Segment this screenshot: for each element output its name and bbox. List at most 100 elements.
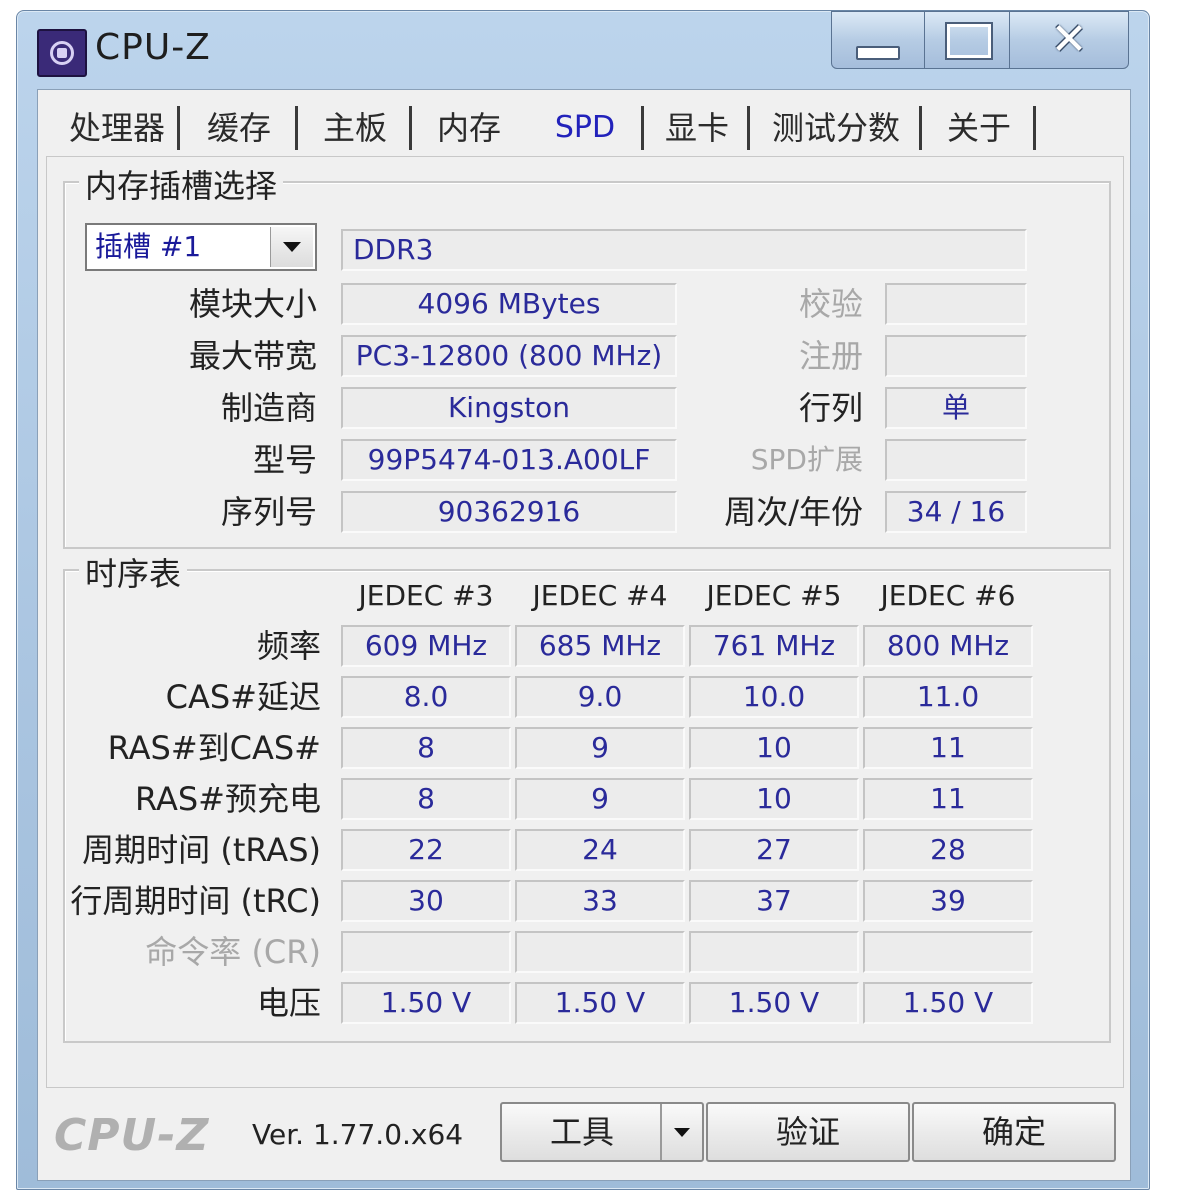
timing-row-label: CAS#延迟 xyxy=(165,678,321,716)
timing-row-label: 频率 xyxy=(256,627,321,665)
timing-cell: 9 xyxy=(515,778,685,820)
timing-cell: 27 xyxy=(689,829,859,871)
serial-number-label: 序列号 xyxy=(220,493,317,531)
cpuz-app-icon[interactable] xyxy=(37,29,87,77)
timing-row-label: RAS#到CAS# xyxy=(107,729,321,767)
timing-cell: 1.50 V xyxy=(863,982,1033,1024)
manufacturer-label: 制造商 xyxy=(220,389,317,427)
timing-cell: 10 xyxy=(689,727,859,769)
timings-group-title: 时序表 xyxy=(79,549,188,595)
timing-cell: 10 xyxy=(689,778,859,820)
manufacturer-value: Kingston xyxy=(341,387,677,429)
tab-graphics[interactable]: 显卡 xyxy=(644,98,750,158)
slot-dropdown-value: 插槽 #1 xyxy=(95,230,202,263)
module-size-label: 模块大小 xyxy=(188,285,317,323)
max-bandwidth-label: 最大带宽 xyxy=(188,337,317,375)
tools-button-label: 工具 xyxy=(549,1113,614,1151)
ecc-label: 校验 xyxy=(798,285,863,323)
max-bandwidth-value: PC3-12800 (800 MHz) xyxy=(341,335,677,377)
timing-cell: 11.0 xyxy=(863,676,1033,718)
serial-number-value: 90362916 xyxy=(341,491,677,533)
maximize-button[interactable] xyxy=(924,11,1010,69)
timing-cell: 9.0 xyxy=(515,676,685,718)
week-year-value: 34 / 16 xyxy=(885,491,1027,533)
registered-label: 注册 xyxy=(798,337,863,375)
ranks-label: 行列 xyxy=(798,389,863,427)
timing-row-label: 行周期时间 (tRC) xyxy=(70,882,321,920)
timing-cell: 37 xyxy=(689,880,859,922)
spd-panel: 内存插槽选择 插槽 #1 DDR3 模块大小 4096 MBytes 最大带宽 … xyxy=(46,156,1124,1088)
maximize-icon xyxy=(947,24,991,58)
tab-bench[interactable]: 测试分数 xyxy=(750,98,922,158)
timing-row-label: RAS#预充电 xyxy=(135,780,321,818)
timing-row-label: 电压 xyxy=(256,984,321,1022)
tab-mainboard[interactable]: 主板 xyxy=(298,98,412,158)
timing-cell: 30 xyxy=(341,880,511,922)
timing-cell: 1.50 V xyxy=(341,982,511,1024)
timing-cell: 22 xyxy=(341,829,511,871)
timing-cell: 9 xyxy=(515,727,685,769)
module-size-value: 4096 MBytes xyxy=(341,283,677,325)
cpuz-window: CPU-Z ✕ 处理器 缓存 主板 内存 SPD 显卡 测试分数 关于 内存插槽… xyxy=(16,10,1150,1190)
timing-cell: 761 MHz xyxy=(689,625,859,667)
timing-cell: 24 xyxy=(515,829,685,871)
timing-cell: 800 MHz xyxy=(863,625,1033,667)
spd-ext-value xyxy=(885,439,1027,481)
timing-cell xyxy=(689,931,859,973)
timing-cell: 28 xyxy=(863,829,1033,871)
timing-cell xyxy=(863,931,1033,973)
registered-value xyxy=(885,335,1027,377)
timing-cell: 11 xyxy=(863,778,1033,820)
timing-row-label: 命令率 (CR) xyxy=(145,933,321,971)
timing-cell: 1.50 V xyxy=(515,982,685,1024)
part-number-label: 型号 xyxy=(252,441,317,479)
version-label: Ver. 1.77.0.x64 xyxy=(252,1118,464,1151)
chevron-down-icon[interactable] xyxy=(270,227,313,267)
timing-cell: 1.50 V xyxy=(689,982,859,1024)
tab-spd[interactable]: SPD xyxy=(526,98,644,158)
chevron-down-icon[interactable] xyxy=(660,1104,702,1160)
timings-group: 时序表 JEDEC #3 JEDEC #4 JEDEC #5 JEDEC #6 … xyxy=(63,549,1111,1043)
timing-cell xyxy=(341,931,511,973)
week-year-label: 周次/年份 xyxy=(724,493,863,531)
col-header-jedec5: JEDEC #5 xyxy=(706,579,842,612)
slot-dropdown[interactable]: 插槽 #1 xyxy=(85,223,317,271)
timing-cell: 8 xyxy=(341,778,511,820)
window-title: CPU-Z xyxy=(95,27,211,68)
slot-group: 内存插槽选择 插槽 #1 DDR3 模块大小 4096 MBytes 最大带宽 … xyxy=(63,161,1111,549)
tools-button[interactable]: 工具 xyxy=(500,1102,704,1162)
spd-ext-label: SPD扩展 xyxy=(750,443,863,476)
timing-cell: 33 xyxy=(515,880,685,922)
timing-cell: 39 xyxy=(863,880,1033,922)
part-number-value: 99P5474-013.A00LF xyxy=(341,439,677,481)
timing-cell: 8 xyxy=(341,727,511,769)
client-area: 处理器 缓存 主板 内存 SPD 显卡 测试分数 关于 内存插槽选择 插槽 #1… xyxy=(37,89,1131,1181)
timing-cell: 609 MHz xyxy=(341,625,511,667)
timing-cell: 10.0 xyxy=(689,676,859,718)
ok-button[interactable]: 确定 xyxy=(912,1102,1116,1162)
validate-button[interactable]: 验证 xyxy=(706,1102,910,1162)
col-header-jedec6: JEDEC #6 xyxy=(880,579,1016,612)
tab-caches[interactable]: 缓存 xyxy=(180,98,298,158)
timing-cell: 11 xyxy=(863,727,1033,769)
slot-group-title: 内存插槽选择 xyxy=(79,161,284,207)
col-header-jedec4: JEDEC #4 xyxy=(532,579,668,612)
tab-memory[interactable]: 内存 xyxy=(412,98,526,158)
close-button[interactable]: ✕ xyxy=(1009,11,1129,69)
ranks-value: 单 xyxy=(885,387,1027,429)
minimize-button[interactable] xyxy=(831,11,925,69)
cpuz-brand-logo: CPU-Z xyxy=(54,1110,210,1161)
timing-cell xyxy=(515,931,685,973)
minimize-icon xyxy=(856,46,900,60)
timing-row-label: 周期时间 (tRAS) xyxy=(82,831,321,869)
col-header-jedec3: JEDEC #3 xyxy=(358,579,494,612)
timing-cell: 8.0 xyxy=(341,676,511,718)
memory-type-field: DDR3 xyxy=(341,229,1027,271)
tab-cpu[interactable]: 处理器 xyxy=(54,98,180,158)
close-icon: ✕ xyxy=(1050,14,1088,65)
caption-buttons: ✕ xyxy=(831,11,1131,71)
footer-bar: CPU-Z Ver. 1.77.0.x64 工具 验证 确定 xyxy=(38,1090,1130,1180)
tab-bar: 处理器 缓存 主板 内存 SPD 显卡 测试分数 关于 xyxy=(54,98,1114,158)
tab-about[interactable]: 关于 xyxy=(922,98,1036,158)
timing-cell: 685 MHz xyxy=(515,625,685,667)
